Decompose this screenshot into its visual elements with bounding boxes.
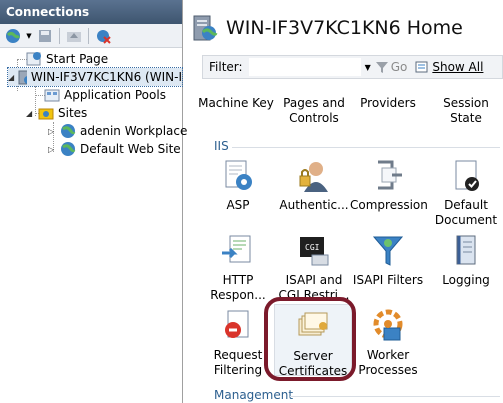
connections-title: Connections xyxy=(0,0,182,24)
feature-logging[interactable]: Logging xyxy=(426,233,503,288)
sites-folder-icon xyxy=(38,108,54,120)
website-globe-icon xyxy=(61,142,76,156)
logging-icon xyxy=(456,235,476,265)
authentication-icon xyxy=(299,162,328,192)
feature-http-response-headers[interactable]: HTTP Respon... xyxy=(200,233,276,303)
filter-dropdown-icon[interactable]: ▼ xyxy=(365,63,371,72)
home-header: WIN-IF3V7KC1KN6 Home xyxy=(190,8,463,48)
tree-item-adenin-workplace[interactable]: ▷ adenin Workplace xyxy=(48,122,187,140)
filter-input[interactable] xyxy=(248,58,361,76)
tree-item-default-web-site[interactable]: ▷ Default Web Site xyxy=(48,140,181,158)
feature-pages-and-controls[interactable]: Pages and Controls xyxy=(276,96,352,126)
page-title: WIN-IF3V7KC1KN6 Home xyxy=(226,17,463,39)
section-management-label: Management xyxy=(214,388,294,402)
feature-isapi-cgi-restrictions[interactable]: CGI ISAPI and CGI Restri... xyxy=(276,233,352,303)
filter-label: Filter: xyxy=(209,60,243,74)
tree-item-start-page[interactable]: Start Page xyxy=(26,50,108,68)
tree-item-sites[interactable]: ◢ Sites xyxy=(26,104,87,122)
asp-icon xyxy=(225,160,252,190)
collapse-arrow-icon[interactable]: ◢ xyxy=(26,109,35,118)
expand-arrow-icon[interactable]: ▷ xyxy=(48,127,57,136)
disconnect-icon[interactable] xyxy=(93,27,113,45)
worker-processes-icon xyxy=(373,309,403,341)
dropdown-arrow-icon[interactable]: ▼ xyxy=(25,27,33,45)
filter-bar: Filter: ▼ Go Show All xyxy=(202,55,503,79)
server-icon xyxy=(18,70,27,85)
section-iis-label: IIS xyxy=(214,139,229,153)
server-home-icon xyxy=(193,15,218,41)
default-document-icon xyxy=(455,160,479,191)
funnel-icon xyxy=(375,62,388,73)
show-all-icon xyxy=(415,61,428,73)
compression-icon xyxy=(378,160,402,190)
isapi-filters-icon xyxy=(372,236,404,266)
feature-default-document[interactable]: Default Document xyxy=(426,158,503,228)
connections-toolbar: ▼ xyxy=(0,24,182,48)
feature-compression[interactable]: Compression xyxy=(350,158,428,213)
feature-authentication[interactable]: Authentic... xyxy=(276,158,352,213)
application-pools-icon xyxy=(44,89,60,102)
feature-machine-key[interactable]: Machine Key xyxy=(198,96,274,111)
isapi-cgi-icon: CGI xyxy=(300,237,329,266)
http-response-icon xyxy=(222,235,251,263)
request-filtering-icon xyxy=(225,310,249,338)
expand-arrow-icon[interactable]: ▷ xyxy=(48,145,57,154)
connect-globe-icon[interactable] xyxy=(3,27,23,45)
svg-text:CGI: CGI xyxy=(305,243,320,252)
tree-item-server[interactable]: ◢ WIN-IF3V7KC1KN6 (WIN-I xyxy=(7,67,183,87)
feature-asp[interactable]: ASP xyxy=(200,158,276,213)
website-globe-icon xyxy=(61,124,76,138)
up-folder-icon[interactable] xyxy=(64,27,84,45)
start-page-icon xyxy=(26,52,41,66)
feature-providers[interactable]: Providers xyxy=(350,96,426,111)
collapse-arrow-icon[interactable]: ◢ xyxy=(8,73,14,82)
tree-item-application-pools[interactable]: Application Pools xyxy=(44,86,166,104)
go-button[interactable]: Go xyxy=(375,60,407,74)
highlight-ring xyxy=(264,297,356,381)
feature-worker-processes[interactable]: Worker Processes xyxy=(350,308,426,378)
feature-session-state[interactable]: Session State xyxy=(426,96,503,126)
show-all-button[interactable]: Show All xyxy=(415,60,483,74)
save-icon[interactable] xyxy=(35,27,55,45)
feature-isapi-filters[interactable]: ISAPI Filters xyxy=(350,233,426,288)
connections-pane: Connections ▼ Start Page ◢ WIN-IF3V7KC1K… xyxy=(0,0,187,403)
